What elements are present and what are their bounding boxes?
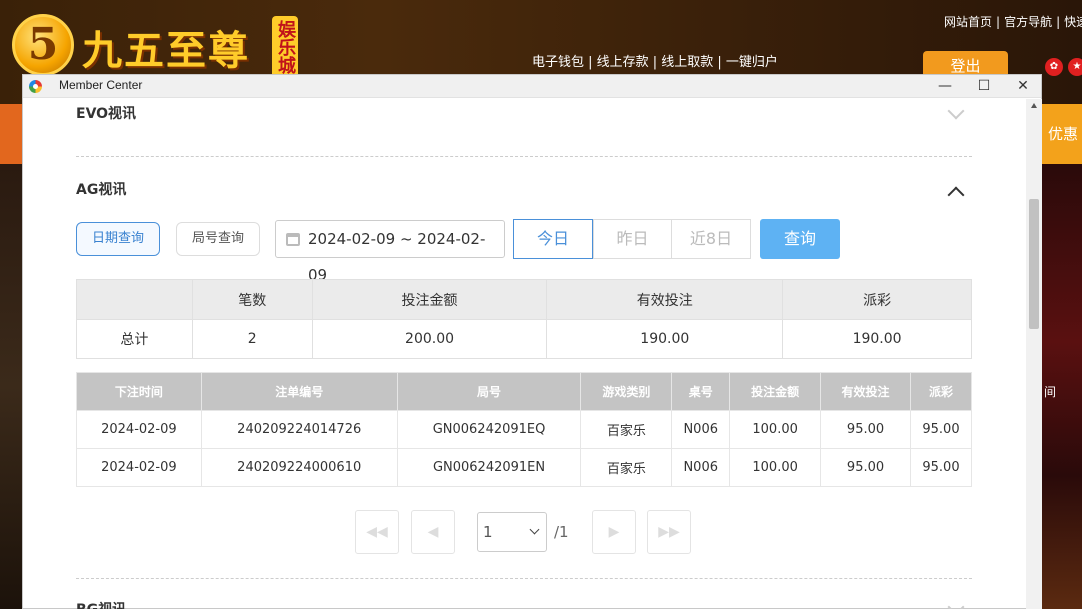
bg-section-header[interactable]: BG视讯 <box>76 593 972 609</box>
chevron-down-icon <box>529 524 540 535</box>
summary-cell: 200.00 <box>311 319 548 359</box>
date-range-value: 2024-02-09 ~ 2024-02-09 <box>308 230 486 284</box>
section-title: BG视讯 <box>76 599 126 609</box>
scrollbar-thumb[interactable] <box>1029 199 1039 329</box>
divider <box>76 156 972 157</box>
scroll-up-icon[interactable] <box>1031 103 1037 108</box>
round-id: GN006242091EN <box>396 448 582 487</box>
summary-header: 投注金额 <box>311 279 548 320</box>
summary-header-row: 笔数 投注金额 有效投注 派彩 <box>76 279 972 320</box>
next-page-button[interactable]: ▶ <box>592 510 636 554</box>
bet-amount: 100.00 <box>729 448 822 487</box>
round-query-tab[interactable]: 局号查询 <box>176 222 260 256</box>
close-button[interactable]: ✕ <box>1005 75 1041 98</box>
summary-table: 笔数 投注金额 有效投注 派彩 总计 2 200.00 190.00 190.0… <box>76 279 972 359</box>
payout: 95.00 <box>909 448 973 487</box>
window-title: Member Center <box>59 78 143 92</box>
summary-header: 笔数 <box>191 279 313 320</box>
vertical-scrollbar[interactable] <box>1026 99 1042 609</box>
search-button[interactable]: 查询 <box>760 219 840 259</box>
title-bar[interactable]: Member Center — ☐ ✕ <box>23 75 1041 98</box>
content-area: EVO视讯 AG视讯 日期查询 局号查询 2024-02-09 ~ 2024-0… <box>23 99 1026 609</box>
wallet-links[interactable]: 电子钱包 | 线上存款 | 线上取款 | 一键归户 <box>532 51 778 70</box>
detail-header: 游戏类别 <box>580 372 673 411</box>
bet-time: 2024-02-09 <box>76 448 202 487</box>
nav-bar-left <box>0 104 22 164</box>
hk-flag-icon[interactable]: ✿ <box>1045 58 1063 76</box>
logo-emblem: 5 <box>12 14 74 76</box>
summary-cell: 总计 <box>76 319 193 359</box>
background-left <box>0 164 22 609</box>
date-query-tab[interactable]: 日期查询 <box>76 222 160 256</box>
last-page-button[interactable]: ▶▶ <box>647 510 691 554</box>
today-button[interactable]: 今日 <box>513 219 593 259</box>
home-link[interactable]: 网站首页 <box>944 15 992 29</box>
game-type: 百家乐 <box>580 448 673 487</box>
bet-amount: 100.00 <box>729 410 822 449</box>
summary-header: 有效投注 <box>546 279 784 320</box>
side-text: 间 <box>1044 385 1057 399</box>
divider <box>76 578 972 579</box>
detail-header: 下注时间 <box>76 372 202 411</box>
logo-badge: 娱乐城 <box>272 16 298 78</box>
summary-cell: 2 <box>191 319 313 359</box>
detail-header-row: 下注时间 注单编号 局号 游戏类别 桌号 投注金额 有效投注 派彩 <box>76 372 973 411</box>
chevron-down-icon[interactable] <box>947 598 965 609</box>
summary-cell: 190.00 <box>782 319 972 359</box>
round-id: GN006242091EQ <box>396 410 582 449</box>
bet-time: 2024-02-09 <box>76 410 202 449</box>
payout: 95.00 <box>909 410 973 449</box>
detail-header: 桌号 <box>671 372 731 411</box>
table-row: 2024-02-09 240209224014726 GN006242091EQ… <box>76 410 973 449</box>
valid-bet: 95.00 <box>820 448 911 487</box>
last-8-days-button[interactable]: 近8日 <box>671 219 751 259</box>
quick-link[interactable]: 快速 <box>1064 15 1082 29</box>
nav-link[interactable]: 官方导航 <box>1004 15 1052 29</box>
table-row: 2024-02-09 240209224000610 GN006242091EN… <box>76 448 973 487</box>
section-title: EVO视讯 <box>76 106 137 122</box>
date-range-input[interactable]: 2024-02-09 ~ 2024-02-09 <box>275 220 505 284</box>
summary-cell: 190.00 <box>546 319 784 359</box>
chevron-down-icon[interactable] <box>947 102 965 120</box>
table-id: N006 <box>671 410 731 449</box>
top-links: 网站首页|官方导航|快速 <box>942 13 1082 30</box>
detail-header: 有效投注 <box>820 372 911 411</box>
first-page-button[interactable]: ◀◀ <box>355 510 399 554</box>
table-id: N006 <box>671 448 731 487</box>
chevron-up-icon[interactable] <box>947 186 965 204</box>
prev-page-button[interactable]: ◀ <box>411 510 455 554</box>
site-logo[interactable]: 5 九五至尊 娱乐城 <box>10 12 310 82</box>
detail-header: 派彩 <box>909 372 973 411</box>
bet-detail-table: 下注时间 注单编号 局号 游戏类别 桌号 投注金额 有效投注 派彩 2024-0… <box>76 372 973 487</box>
summary-header <box>76 279 193 320</box>
minimize-button[interactable]: — <box>927 75 963 98</box>
promo-link[interactable]: 优惠 <box>1042 104 1082 164</box>
page-select[interactable]: 1 <box>477 512 547 552</box>
evo-section-header[interactable]: EVO视讯 <box>76 99 972 131</box>
browser-app-icon <box>29 80 42 93</box>
logo-text: 九五至尊 <box>82 27 250 74</box>
page-select-value: 1 <box>483 523 493 541</box>
ag-section-header[interactable]: AG视讯 <box>76 170 972 210</box>
bet-id: 240209224000610 <box>200 448 398 487</box>
page-total: /1 <box>554 523 569 541</box>
calendar-icon <box>286 233 300 246</box>
yesterday-button[interactable]: 昨日 <box>593 219 672 259</box>
game-type: 百家乐 <box>580 410 673 449</box>
bet-id: 240209224014726 <box>200 410 398 449</box>
detail-header: 注单编号 <box>200 372 398 411</box>
valid-bet: 95.00 <box>820 410 911 449</box>
detail-header: 投注金额 <box>729 372 822 411</box>
summary-total-row: 总计 2 200.00 190.00 190.00 <box>76 319 972 359</box>
member-center-window: Member Center — ☐ ✕ EVO视讯 AG视讯 日期查询 局号查询… <box>22 74 1042 609</box>
maximize-button[interactable]: ☐ <box>966 75 1002 98</box>
cn-flag-icon[interactable]: ★ <box>1068 58 1082 76</box>
summary-header: 派彩 <box>782 279 972 320</box>
detail-header: 局号 <box>396 372 582 411</box>
section-title: AG视讯 <box>76 182 127 198</box>
